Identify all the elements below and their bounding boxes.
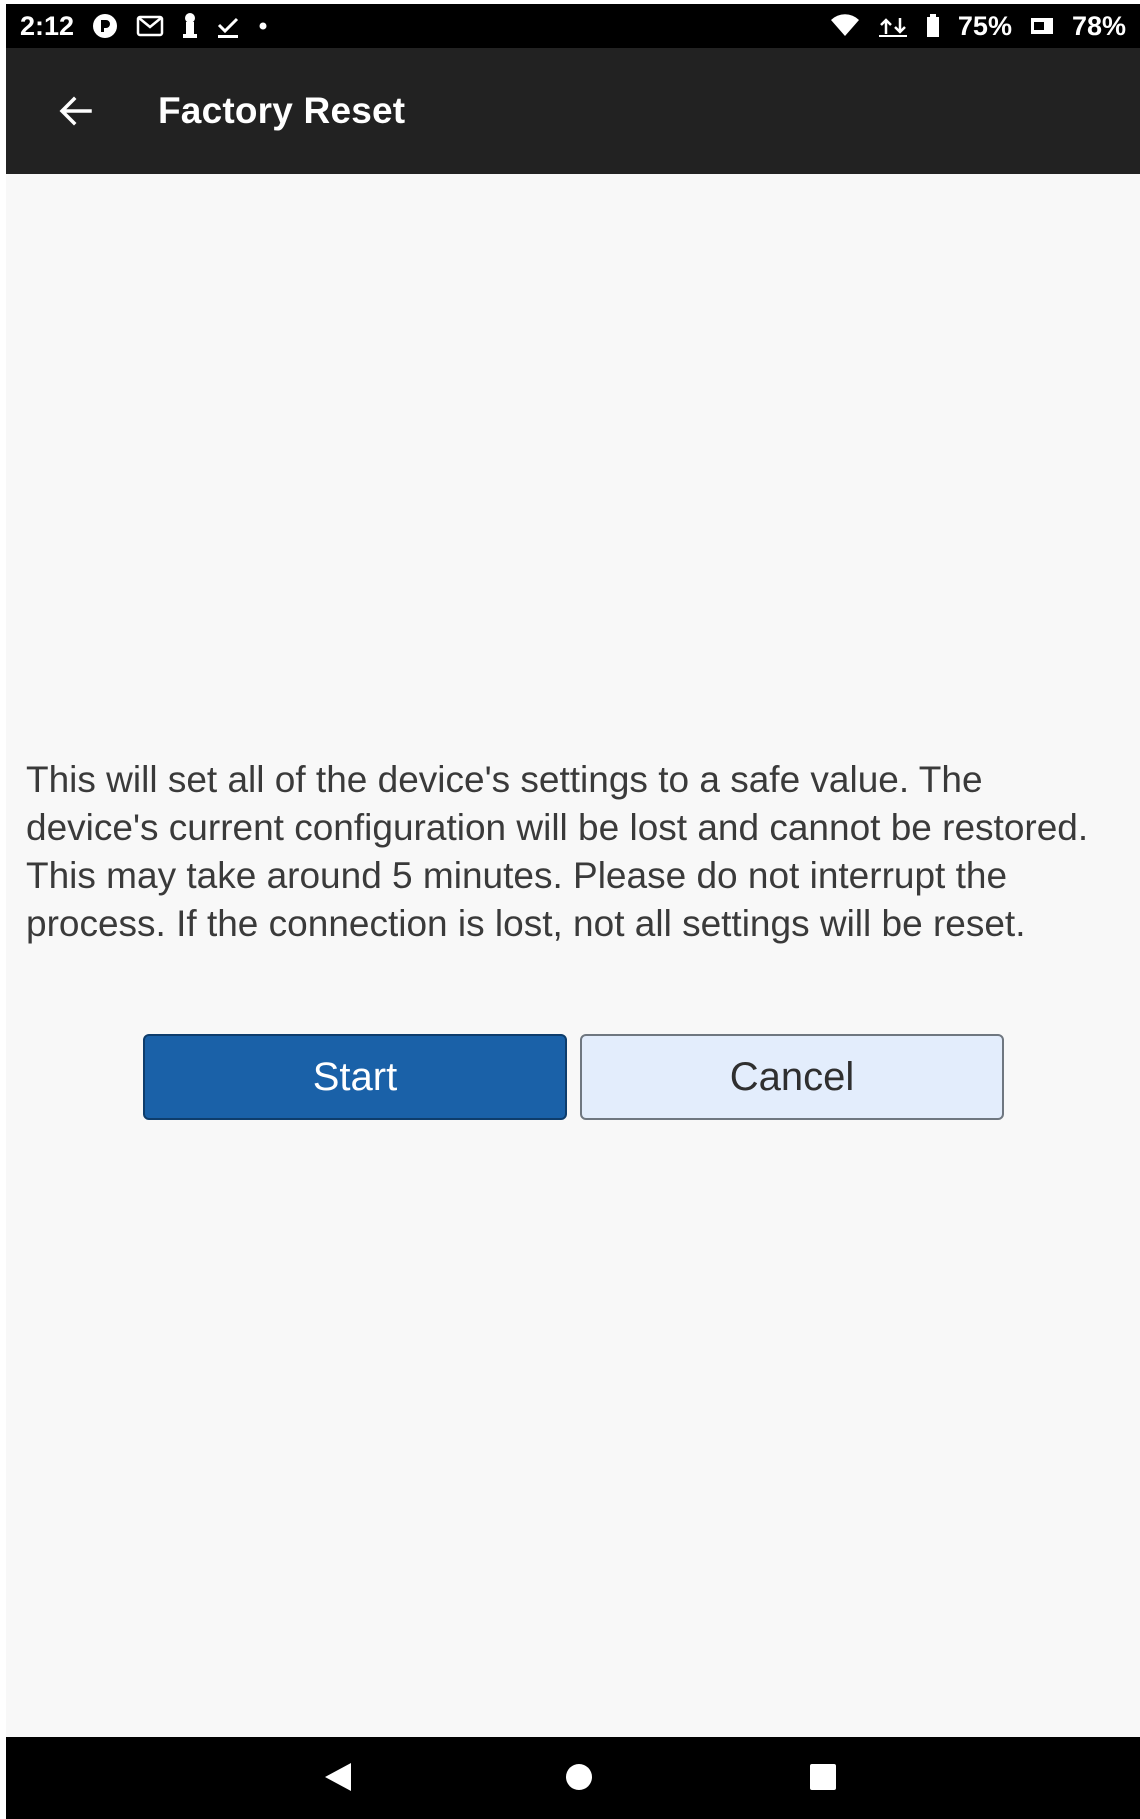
start-button[interactable]: Start (143, 1034, 567, 1120)
app-bar: Factory Reset (6, 48, 1140, 174)
arrow-back-icon (59, 96, 92, 126)
device-screen: 2:12 75% 78% Factory Reset This will set… (6, 4, 1140, 1819)
tablet-battery-icon (1030, 12, 1054, 40)
dot-icon (258, 12, 268, 40)
action-buttons: Start Cancel (143, 1034, 1004, 1120)
back-button[interactable] (46, 81, 106, 141)
wifi-icon (830, 12, 860, 40)
battery-icon (926, 12, 940, 40)
navigation-bar (6, 1737, 1140, 1819)
nav-home-icon (566, 1764, 592, 1790)
keyhole-icon (182, 12, 198, 40)
factory-reset-message: This will set all of the device's settin… (26, 759, 1089, 944)
status-left: 2:12 (6, 11, 282, 42)
nav-home-button[interactable] (559, 1757, 599, 1797)
nav-recents-button[interactable] (803, 1757, 843, 1797)
nav-back-button[interactable] (318, 1757, 358, 1797)
status-right: 75% 78% (816, 11, 1140, 42)
data-transfer-icon (878, 12, 908, 40)
cancel-button[interactable]: Cancel (580, 1034, 1004, 1120)
status-bar: 2:12 75% 78% (6, 4, 1140, 48)
download-done-icon (216, 12, 240, 40)
nav-recents-icon (810, 1764, 836, 1790)
status-time: 2:12 (20, 10, 75, 41)
battery-level-1: 75% (957, 10, 1012, 41)
gmail-icon (136, 12, 164, 40)
nav-back-icon (325, 1763, 351, 1791)
page-title: Factory Reset (158, 90, 406, 131)
vpn-icon (92, 12, 118, 40)
battery-level-2: 78% (1071, 10, 1126, 41)
